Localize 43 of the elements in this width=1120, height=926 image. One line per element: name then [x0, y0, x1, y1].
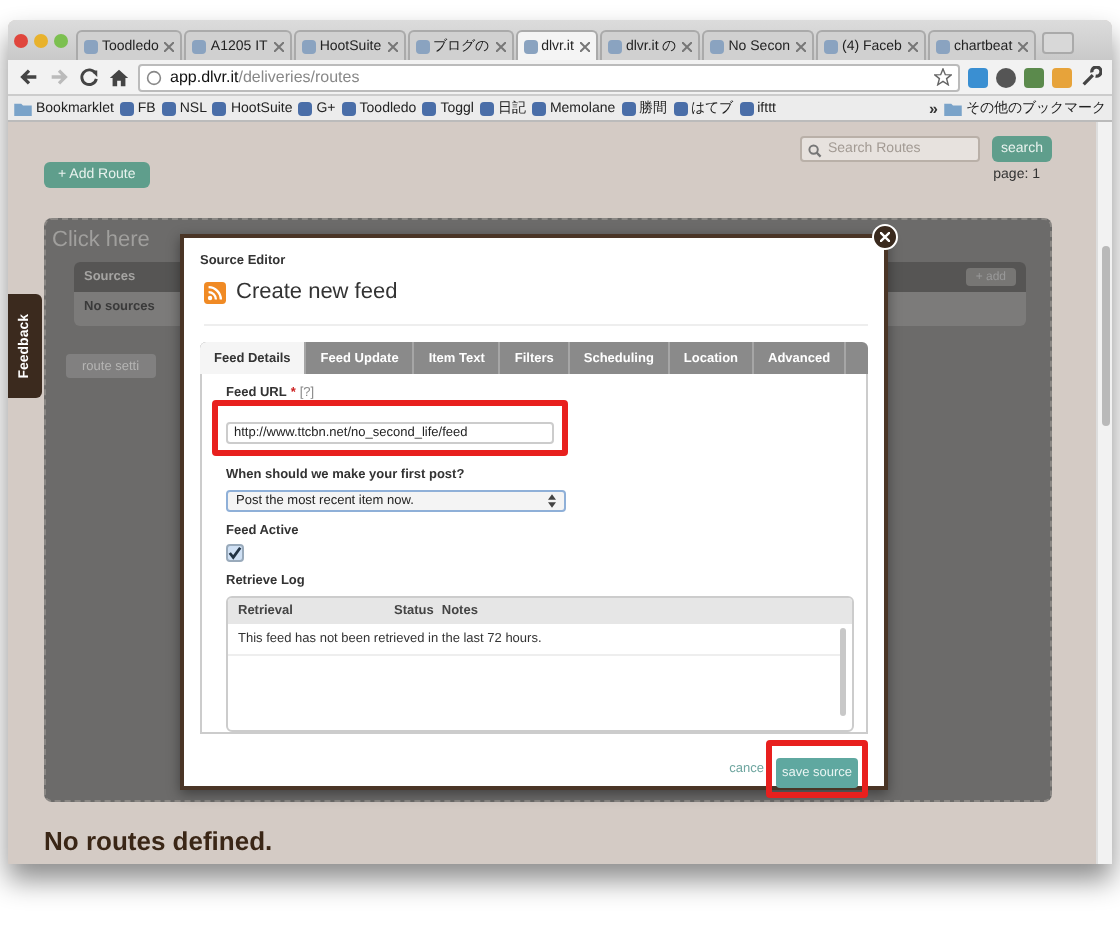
zoom-window-button[interactable] — [54, 33, 68, 47]
site-icon — [119, 101, 134, 115]
star-icon[interactable] — [934, 68, 952, 86]
wrench-icon[interactable] — [1080, 66, 1102, 88]
folder-icon — [944, 101, 962, 115]
close-icon[interactable] — [495, 41, 506, 51]
scrollbar-thumb[interactable] — [840, 628, 846, 716]
globe-icon — [146, 69, 162, 85]
back-icon[interactable] — [18, 66, 40, 88]
bookmarks-overflow-button[interactable]: » — [929, 99, 938, 117]
close-icon[interactable] — [273, 41, 284, 51]
forward-icon[interactable] — [48, 66, 70, 88]
new-tab-button[interactable] — [1042, 32, 1075, 54]
empty-state-text: No routes defined. — [44, 826, 275, 856]
dropdown-arrows-icon — [548, 494, 556, 508]
site-icon — [479, 101, 494, 115]
site-icon — [341, 101, 356, 115]
close-icon[interactable] — [795, 41, 806, 51]
close-icon[interactable] — [907, 41, 918, 51]
site-icon — [161, 101, 176, 115]
rss-icon — [204, 281, 226, 303]
site-icon — [422, 101, 437, 115]
site-icon — [621, 101, 636, 115]
site-icon — [673, 101, 688, 115]
home-icon[interactable] — [108, 66, 130, 88]
site-icon — [739, 101, 754, 115]
close-icon[interactable] — [579, 41, 590, 51]
search-icon — [808, 144, 822, 158]
site-icon — [298, 101, 313, 115]
close-window-button[interactable] — [14, 33, 28, 47]
close-icon — [880, 232, 890, 242]
scrollbar-thumb[interactable] — [1101, 246, 1109, 426]
address-bar[interactable]: app.dlvr.it/deliveries/routes — [138, 63, 960, 91]
site-icon — [212, 101, 227, 115]
feed-active-checkbox[interactable] — [226, 544, 244, 562]
close-icon[interactable] — [1018, 41, 1029, 51]
folder-icon — [14, 101, 32, 115]
reload-icon[interactable] — [78, 66, 100, 88]
dialog-title: Create new feed — [236, 280, 398, 304]
site-icon — [531, 101, 546, 115]
close-icon[interactable] — [164, 41, 175, 51]
close-icon[interactable] — [682, 41, 693, 51]
close-icon[interactable] — [387, 41, 398, 51]
